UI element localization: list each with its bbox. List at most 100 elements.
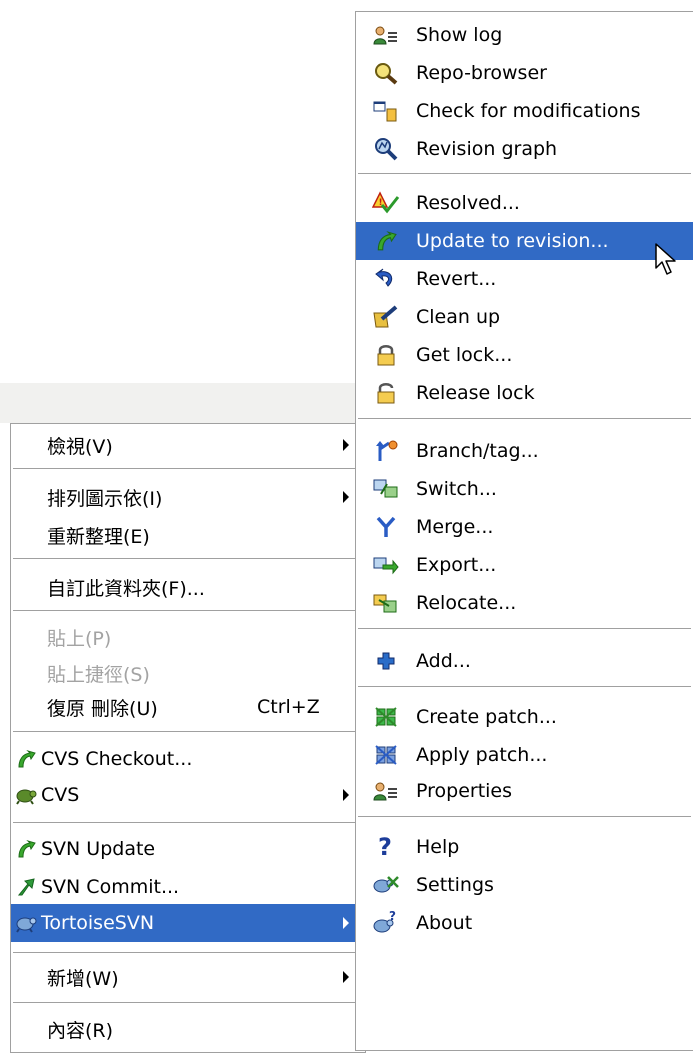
- svn-item-branch-tag[interactable]: Branch/tag...: [356, 432, 693, 470]
- menu-item-label: 自訂此資料夾(F)...: [47, 577, 205, 600]
- menu-item-label: Clean up: [416, 306, 501, 328]
- svn-item-about[interactable]: ? About: [356, 904, 693, 942]
- svn-item-check-modifications[interactable]: Check for modifications: [356, 92, 693, 130]
- menu-separator: [13, 822, 363, 823]
- menu-item-cvs-checkout[interactable]: CVS Checkout...: [11, 740, 365, 778]
- menu-item-label: Release lock: [416, 382, 535, 404]
- menu-item-label: 貼上(P): [47, 627, 112, 650]
- menu-item-label: SVN Commit...: [41, 876, 180, 898]
- menu-item-label: Revert...: [416, 268, 497, 290]
- switch-icon: [372, 475, 400, 503]
- menu-item-customize-folder[interactable]: 自訂此資料夾(F)...: [11, 568, 365, 606]
- menu-item-label: Apply patch...: [416, 744, 548, 766]
- menu-separator: [358, 686, 691, 687]
- menu-item-label: TortoiseSVN: [41, 912, 155, 934]
- svg-text:?: ?: [389, 910, 396, 923]
- explorer-context-menu: 檢視(V) 排列圖示依(I) 重新整理(E) 自訂此資料夾(F)... 貼上(P…: [10, 423, 366, 1053]
- menu-separator: [13, 1002, 363, 1003]
- submenu-arrow-icon: [343, 789, 349, 801]
- menu-item-label: Repo-browser: [416, 62, 547, 84]
- svn-item-repo-browser[interactable]: Repo-browser: [356, 54, 693, 92]
- repo-browser-icon: [372, 59, 400, 87]
- menu-item-label: Settings: [416, 874, 494, 896]
- svn-item-help[interactable]: ? Help: [356, 828, 693, 866]
- menu-separator: [13, 558, 363, 559]
- svn-item-merge[interactable]: Merge...: [356, 508, 693, 546]
- svn-item-export[interactable]: Export...: [356, 546, 693, 584]
- svn-item-properties[interactable]: Properties: [356, 772, 693, 810]
- svn-item-create-patch[interactable]: Create patch...: [356, 698, 693, 736]
- menu-item-label: About: [416, 912, 473, 934]
- svn-item-resolved[interactable]: ! Resolved...: [356, 184, 693, 222]
- submenu-arrow-icon: [343, 971, 349, 983]
- submenu-arrow-icon: [343, 439, 349, 451]
- check-modifications-icon: [372, 97, 400, 125]
- menu-item-label: 重新整理(E): [47, 525, 150, 548]
- menu-item-label: Create patch...: [416, 706, 557, 728]
- add-icon: [372, 647, 400, 675]
- menu-item-label: Get lock...: [416, 344, 513, 366]
- apply-patch-icon: [372, 741, 400, 769]
- menu-item-label: Properties: [416, 780, 513, 802]
- menu-item-paste-shortcut: 貼上捷徑(S): [11, 654, 365, 692]
- settings-icon: [372, 871, 400, 899]
- svn-item-settings[interactable]: Settings: [356, 866, 693, 904]
- menu-item-label: 檢視(V): [47, 435, 113, 458]
- menu-item-view[interactable]: 檢視(V): [11, 426, 365, 464]
- revert-icon: [372, 265, 400, 293]
- menu-item-new[interactable]: 新增(W): [11, 958, 365, 996]
- menu-item-cvs[interactable]: CVS: [11, 776, 365, 814]
- svn-item-add[interactable]: Add...: [356, 642, 693, 680]
- submenu-arrow-icon: [343, 491, 349, 503]
- menu-item-arrange-icons[interactable]: 排列圖示依(I): [11, 478, 365, 516]
- menu-separator: [358, 628, 691, 629]
- svg-text:?: ?: [378, 834, 392, 860]
- menu-item-undo-delete[interactable]: 復原 刪除(U) Ctrl+Z: [11, 688, 365, 726]
- tortoise-cvs-icon: [15, 784, 37, 806]
- menu-item-refresh[interactable]: 重新整理(E): [11, 516, 365, 554]
- menu-separator: [13, 731, 363, 732]
- properties-icon: [372, 777, 400, 805]
- menu-separator: [13, 468, 363, 469]
- menu-item-tortoisesvn[interactable]: TortoiseSVN: [11, 904, 365, 942]
- svn-item-revision-graph[interactable]: Revision graph: [356, 130, 693, 168]
- svn-item-show-log[interactable]: Show log: [356, 16, 693, 54]
- menu-item-label: CVS: [41, 784, 80, 806]
- merge-icon: [372, 513, 400, 541]
- svn-item-revert[interactable]: Revert...: [356, 260, 693, 298]
- svn-item-release-lock[interactable]: Release lock: [356, 374, 693, 412]
- svn-item-relocate[interactable]: Relocate...: [356, 584, 693, 622]
- menu-item-label: Export...: [416, 554, 497, 576]
- menu-item-label: Switch...: [416, 478, 497, 500]
- svn-item-update-to-revision[interactable]: Update to revision...: [356, 222, 693, 260]
- svn-item-clean-up[interactable]: Clean up: [356, 298, 693, 336]
- menu-item-svn-commit[interactable]: SVN Commit...: [11, 868, 365, 906]
- cleanup-icon: [372, 303, 400, 331]
- show-log-icon: [372, 21, 400, 49]
- menu-separator: [13, 952, 363, 953]
- branch-icon: [372, 437, 400, 465]
- update-icon: [372, 227, 400, 255]
- submenu-arrow-icon: [343, 917, 349, 929]
- lock-icon: [372, 341, 400, 369]
- menu-item-label: Update to revision...: [416, 230, 609, 252]
- menu-item-label: Check for modifications: [416, 100, 641, 122]
- export-icon: [372, 551, 400, 579]
- resolved-icon: !: [372, 189, 400, 217]
- menu-item-svn-update[interactable]: SVN Update: [11, 830, 365, 868]
- menu-item-shortcut: Ctrl+Z: [257, 696, 320, 718]
- menu-item-paste: 貼上(P): [11, 618, 365, 656]
- svn-item-switch[interactable]: Switch...: [356, 470, 693, 508]
- menu-item-label: CVS Checkout...: [41, 748, 193, 770]
- svn-item-apply-patch[interactable]: Apply patch...: [356, 736, 693, 774]
- menu-item-label: 貼上捷徑(S): [47, 663, 150, 686]
- menu-item-properties[interactable]: 內容(R): [11, 1010, 365, 1048]
- svn-item-get-lock[interactable]: Get lock...: [356, 336, 693, 374]
- menu-item-label: Help: [416, 836, 460, 858]
- tortoisesvn-icon: [15, 912, 37, 934]
- menu-separator: [358, 418, 691, 419]
- menu-item-label: Branch/tag...: [416, 440, 539, 462]
- svn-commit-icon: [15, 876, 37, 898]
- menu-item-label: Resolved...: [416, 192, 520, 214]
- svn-update-icon: [15, 838, 37, 860]
